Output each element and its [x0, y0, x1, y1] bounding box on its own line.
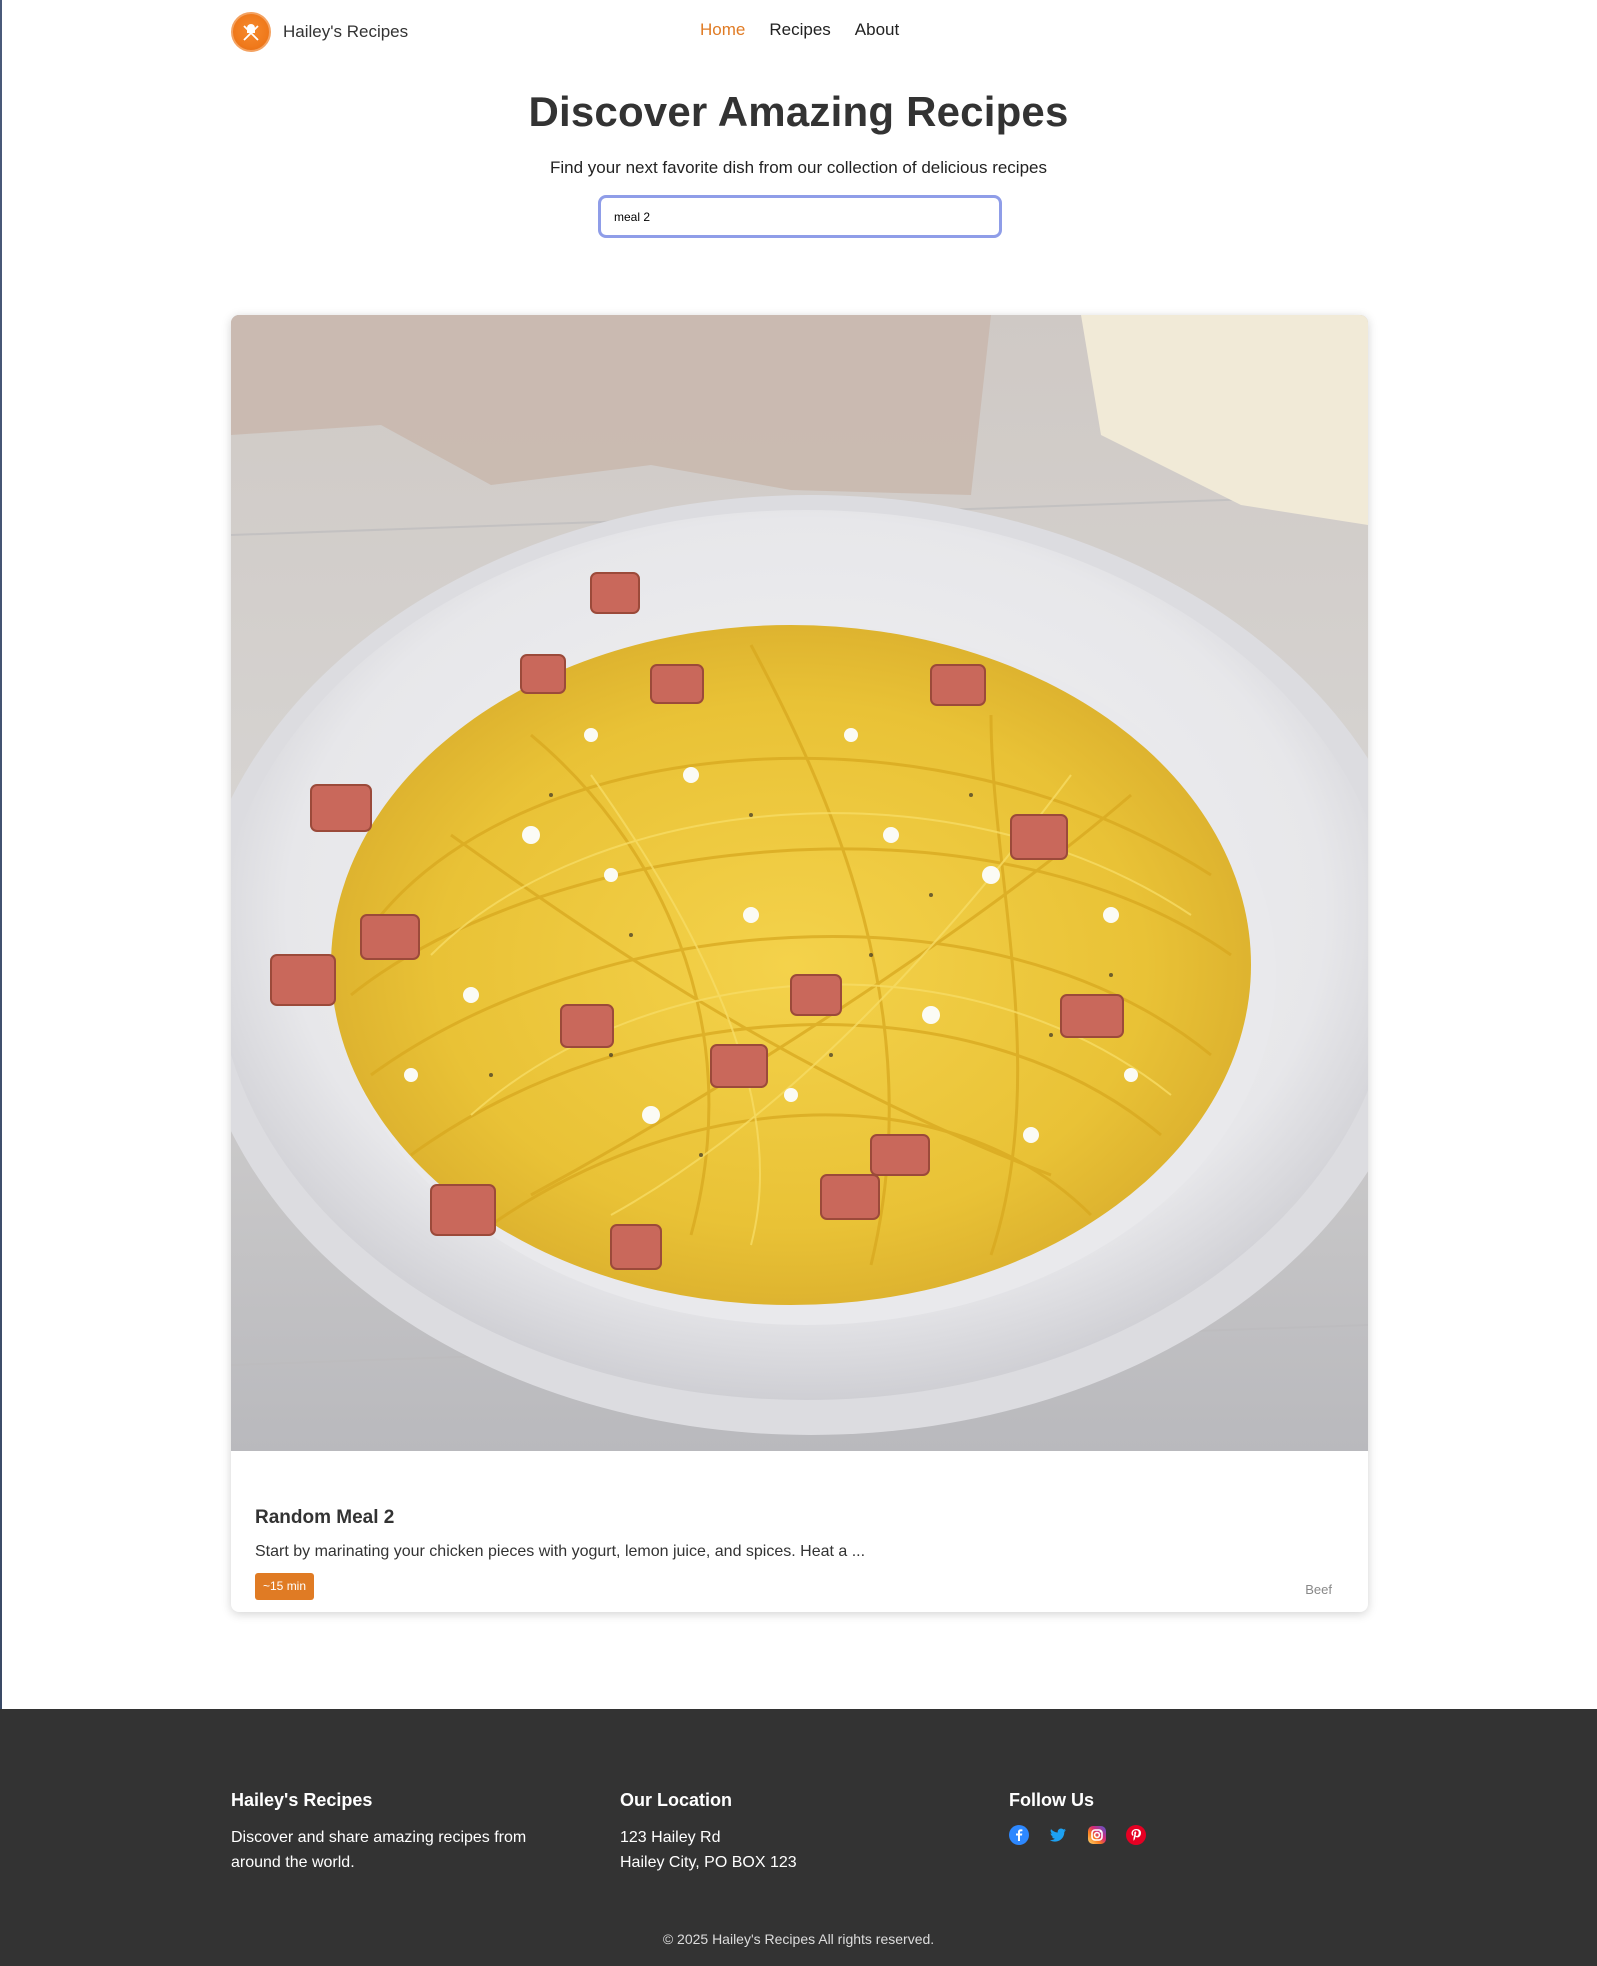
- nav-about-link[interactable]: About: [855, 20, 899, 40]
- page: Hailey's Recipes Home Recipes About Disc…: [0, 0, 1597, 1966]
- chef-logo-icon: [231, 12, 271, 52]
- cook-time-badge: ~15 min: [255, 1573, 315, 1600]
- site-footer: Hailey's Recipes Discover and share amaz…: [0, 1709, 1597, 1966]
- social-links: [1009, 1825, 1309, 1845]
- footer-address-line1: 123 Hailey Rd: [620, 1829, 721, 1846]
- footer-social: Follow Us: [1009, 1790, 1309, 1845]
- nav-home-link[interactable]: Home: [700, 20, 745, 40]
- nav-links: Home Recipes About: [700, 20, 899, 40]
- page-title: Discover Amazing Recipes: [528, 88, 1069, 135]
- footer-address-line2: Hailey City, PO BOX 123: [620, 1854, 797, 1871]
- recipe-image: [231, 315, 1368, 1451]
- footer-about-text-line1: Discover and share amazing recipes from: [231, 1829, 527, 1846]
- footer-about-text-line2: around the world.: [231, 1854, 355, 1871]
- footer-about: Hailey's Recipes Discover and share amaz…: [231, 1790, 571, 1875]
- top-nav: Hailey's Recipes Home Recipes About: [0, 0, 1597, 64]
- page-subtitle: Find your next favorite dish from our co…: [549, 158, 1047, 177]
- recipe-card[interactable]: Random Meal 2 Start by marinating your c…: [231, 315, 1368, 1612]
- brand-name: Hailey's Recipes: [283, 22, 409, 41]
- facebook-icon[interactable]: [1009, 1825, 1029, 1845]
- footer-social-title: Follow Us: [1009, 1790, 1094, 1810]
- instagram-icon[interactable]: [1087, 1825, 1107, 1845]
- recipe-category: Beef: [1305, 1582, 1332, 1597]
- twitter-icon[interactable]: [1048, 1825, 1068, 1845]
- search-input[interactable]: [598, 195, 1002, 238]
- recipe-description: Start by marinating your chicken pieces …: [255, 1543, 866, 1560]
- footer-location-title: Our Location: [620, 1790, 732, 1810]
- footer-location: Our Location 123 Hailey Rd Hailey City, …: [620, 1790, 920, 1875]
- footer-about-title: Hailey's Recipes: [231, 1790, 373, 1810]
- window-edge: [0, 0, 2, 1710]
- nav-recipes-link[interactable]: Recipes: [769, 20, 830, 40]
- pinterest-icon[interactable]: [1126, 1825, 1146, 1845]
- spaghetti-carbonara-photo: [231, 315, 1368, 1451]
- brand-link[interactable]: Hailey's Recipes: [231, 12, 408, 52]
- recipe-title: Random Meal 2: [255, 1507, 395, 1528]
- copyright-text: © 2025 Hailey's Recipes All rights reser…: [662, 1931, 935, 1947]
